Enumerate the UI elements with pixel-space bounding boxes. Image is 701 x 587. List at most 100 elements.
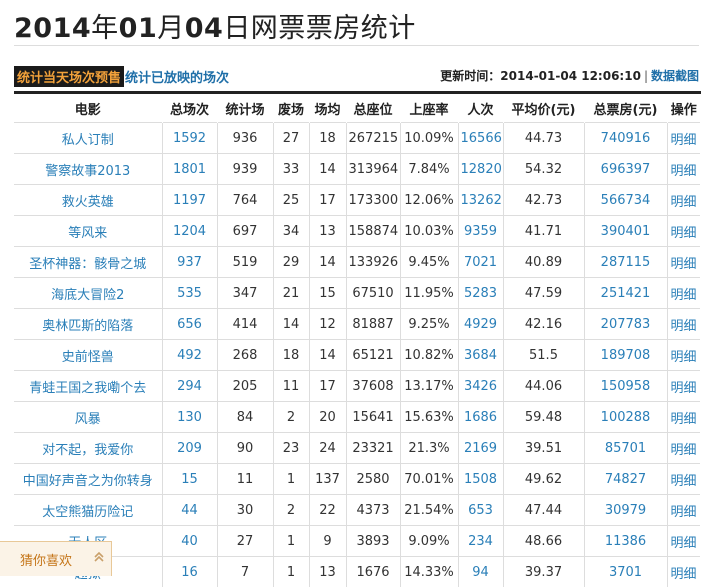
detail-link[interactable]: 明细 <box>667 154 700 185</box>
table-cell-link[interactable]: 15 <box>162 464 217 495</box>
table-cell: 12.06% <box>400 185 458 216</box>
table-row: 海底大冒险253534721156751011.95%528347.592514… <box>14 278 700 309</box>
detail-link[interactable]: 明细 <box>667 123 700 154</box>
table-cell-link[interactable]: 30979 <box>584 495 667 526</box>
table-cell-link[interactable]: 85701 <box>584 433 667 464</box>
tab-presale[interactable]: 统计当天场次预售 <box>14 66 124 87</box>
movie-name-link[interactable]: 警察故事2013 <box>14 154 162 185</box>
table-cell-link[interactable]: 1197 <box>162 185 217 216</box>
table-cell-link[interactable]: 189708 <box>584 340 667 371</box>
movie-name-link[interactable]: 圣杯神器：骸骨之城 <box>14 247 162 278</box>
table-cell-link[interactable]: 11386 <box>584 526 667 557</box>
detail-link[interactable]: 明细 <box>667 247 700 278</box>
table-cell-link[interactable]: 294 <box>162 371 217 402</box>
table-cell-link[interactable]: 13262 <box>458 185 503 216</box>
screenshot-link[interactable]: 数据截图 <box>651 69 699 83</box>
table-cell: 23 <box>273 433 309 464</box>
table-cell-link[interactable]: 74827 <box>584 464 667 495</box>
detail-link[interactable]: 明细 <box>667 371 700 402</box>
table-cell-link[interactable]: 5283 <box>458 278 503 309</box>
movie-name-link[interactable]: 等风来 <box>14 216 162 247</box>
table-cell-link[interactable]: 12820 <box>458 154 503 185</box>
table-cell: 9 <box>309 526 346 557</box>
table-cell: 42.16 <box>503 309 584 340</box>
movie-name-link[interactable]: 风暴 <box>14 402 162 433</box>
table-cell-link[interactable]: 4929 <box>458 309 503 340</box>
table-cell: 81887 <box>346 309 400 340</box>
table-cell-link[interactable]: 16 <box>162 557 217 587</box>
detail-link[interactable]: 明细 <box>667 278 700 309</box>
table-cell: 173300 <box>346 185 400 216</box>
table-cell-link[interactable]: 656 <box>162 309 217 340</box>
table-cell-link[interactable]: 40 <box>162 526 217 557</box>
table-cell-link[interactable]: 209 <box>162 433 217 464</box>
table-cell-link[interactable]: 696397 <box>584 154 667 185</box>
movie-name-link[interactable]: 太空熊猫历险记 <box>14 495 162 526</box>
box-office-table: 电影总场次统计场废场场均总座位上座率人次平均价(元)总票房(元)操作 私人订制1… <box>14 94 700 587</box>
detail-link[interactable]: 明细 <box>667 216 700 247</box>
table-cell-link[interactable]: 1686 <box>458 402 503 433</box>
table-cell-link[interactable]: 653 <box>458 495 503 526</box>
stat-tabs: 统计当天场次预售 统计已放映的场次 <box>14 66 229 87</box>
table-cell-link[interactable]: 130 <box>162 402 217 433</box>
movie-name-link[interactable]: 救火英雄 <box>14 185 162 216</box>
detail-link[interactable]: 明细 <box>667 495 700 526</box>
table-cell-link[interactable]: 390401 <box>584 216 667 247</box>
detail-link[interactable]: 明细 <box>667 557 700 587</box>
table-cell: 20 <box>309 402 346 433</box>
table-cell-link[interactable]: 100288 <box>584 402 667 433</box>
table-cell-link[interactable]: 566734 <box>584 185 667 216</box>
table-row: 等风来1204697341315887410.03%935941.7139040… <box>14 216 700 247</box>
table-cell-link[interactable]: 3684 <box>458 340 503 371</box>
column-header: 总场次 <box>162 94 217 123</box>
table-cell-link[interactable]: 937 <box>162 247 217 278</box>
detail-link[interactable]: 明细 <box>667 309 700 340</box>
detail-link[interactable]: 明细 <box>667 185 700 216</box>
detail-link[interactable]: 明细 <box>667 433 700 464</box>
table-cell-link[interactable]: 9359 <box>458 216 503 247</box>
detail-link[interactable]: 明细 <box>667 464 700 495</box>
table-cell-link[interactable]: 251421 <box>584 278 667 309</box>
table-cell: 2 <box>273 402 309 433</box>
table-cell-link[interactable]: 1204 <box>162 216 217 247</box>
movie-name-link[interactable]: 私人订制 <box>14 123 162 154</box>
table-cell-link[interactable]: 1508 <box>458 464 503 495</box>
table-cell: 14 <box>309 340 346 371</box>
table-cell-link[interactable]: 1592 <box>162 123 217 154</box>
table-cell: 90 <box>217 433 273 464</box>
table-cell: 347 <box>217 278 273 309</box>
table-row: 青蛙王国之我嘞个去29420511173760813.17%342644.061… <box>14 371 700 402</box>
movie-name-link[interactable]: 中国好声音之为你转身 <box>14 464 162 495</box>
tab-screened[interactable]: 统计已放映的场次 <box>125 67 229 86</box>
detail-link[interactable]: 明细 <box>667 402 700 433</box>
table-cell-link[interactable]: 150958 <box>584 371 667 402</box>
detail-link[interactable]: 明细 <box>667 340 700 371</box>
table-cell-link[interactable]: 234 <box>458 526 503 557</box>
table-cell-link[interactable]: 3426 <box>458 371 503 402</box>
table-cell-link[interactable]: 207783 <box>584 309 667 340</box>
table-cell-link[interactable]: 535 <box>162 278 217 309</box>
double-chevron-up-icon[interactable] <box>92 550 106 564</box>
table-cell-link[interactable]: 3701 <box>584 557 667 587</box>
table-cell-link[interactable]: 740916 <box>584 123 667 154</box>
table-cell-link[interactable]: 94 <box>458 557 503 587</box>
table-cell-link[interactable]: 44 <box>162 495 217 526</box>
table-cell: 21.54% <box>400 495 458 526</box>
guess-you-like-bar[interactable]: 猜你喜欢 <box>0 541 112 576</box>
movie-name-link[interactable]: 奥林匹斯的陷落 <box>14 309 162 340</box>
movie-name-link[interactable]: 海底大冒险2 <box>14 278 162 309</box>
table-cell: 9.09% <box>400 526 458 557</box>
table-cell-link[interactable]: 492 <box>162 340 217 371</box>
table-cell: 37608 <box>346 371 400 402</box>
table-cell-link[interactable]: 2169 <box>458 433 503 464</box>
detail-link[interactable]: 明细 <box>667 526 700 557</box>
table-cell-link[interactable]: 7021 <box>458 247 503 278</box>
column-header: 总座位 <box>346 94 400 123</box>
table-cell-link[interactable]: 16566 <box>458 123 503 154</box>
movie-name-link[interactable]: 史前怪兽 <box>14 340 162 371</box>
movie-name-link[interactable]: 对不起，我爱你 <box>14 433 162 464</box>
table-cell: 42.73 <box>503 185 584 216</box>
table-cell-link[interactable]: 287115 <box>584 247 667 278</box>
movie-name-link[interactable]: 青蛙王国之我嘞个去 <box>14 371 162 402</box>
table-cell-link[interactable]: 1801 <box>162 154 217 185</box>
